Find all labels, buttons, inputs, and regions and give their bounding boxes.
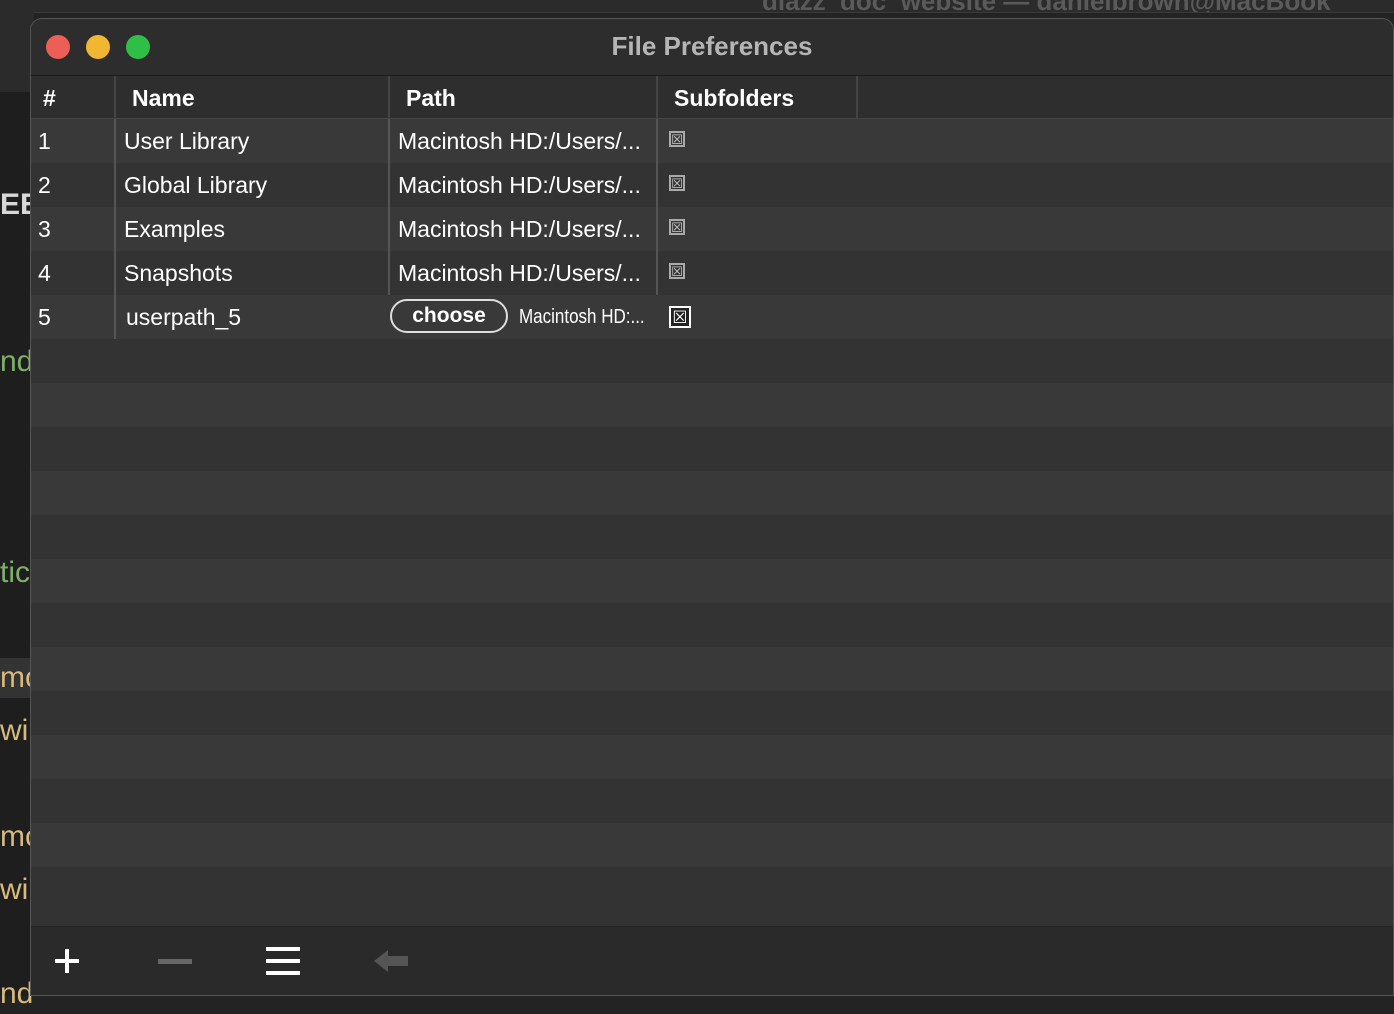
- row-name[interactable]: Snapshots: [116, 251, 390, 295]
- bottom-toolbar: [31, 926, 1393, 995]
- background-editor-titlebar: diazz_doc_website — danielbrown@MacBook: [0, 0, 1394, 13]
- row-number: 4: [31, 251, 116, 295]
- subfolders-checkbox[interactable]: ☒: [669, 219, 685, 235]
- background-text-fragment: tic: [0, 556, 30, 589]
- subfolders-checkbox[interactable]: ☒: [669, 131, 685, 147]
- empty-row: [31, 691, 1393, 735]
- table-header: # Name Path Subfolders: [31, 76, 1393, 120]
- empty-row: [31, 471, 1393, 515]
- empty-row: [31, 603, 1393, 647]
- window-titlebar[interactable]: File Preferences: [31, 19, 1393, 76]
- empty-row: [31, 383, 1393, 427]
- back-button[interactable]: [369, 939, 413, 983]
- row-path[interactable]: Macintosh HD:/Users/...: [390, 207, 658, 251]
- table-row[interactable]: 1 User Library Macintosh HD:/Users/... ☒: [31, 119, 1393, 163]
- column-header-path[interactable]: Path: [390, 76, 658, 118]
- background-text-fragment: mc: [0, 658, 34, 698]
- empty-row: [31, 647, 1393, 691]
- row-number: 5: [31, 295, 116, 339]
- row-name[interactable]: Global Library: [116, 163, 390, 207]
- row-number: 1: [31, 119, 116, 163]
- row-path[interactable]: Macintosh HD:/Users/...: [390, 163, 658, 207]
- add-path-button[interactable]: [45, 939, 89, 983]
- column-header-subfolders[interactable]: Subfolders: [658, 76, 858, 118]
- table-row[interactable]: 2 Global Library Macintosh HD:/Users/...…: [31, 163, 1393, 207]
- row-path[interactable]: Macintosh HD:/Users/...: [390, 251, 658, 295]
- arrow-left-icon: [374, 950, 408, 972]
- background-text-fragment: win: [0, 873, 34, 906]
- row-name[interactable]: Examples: [116, 207, 390, 251]
- table-row-editing[interactable]: 5 userpath_5 choose Macintosh HD:... ☒: [31, 295, 1393, 339]
- minus-icon: [158, 959, 192, 964]
- empty-row: [31, 867, 1393, 911]
- column-header-name[interactable]: Name: [116, 76, 390, 118]
- table-row[interactable]: 3 Examples Macintosh HD:/Users/... ☒: [31, 207, 1393, 251]
- background-text-fragment: nd: [0, 977, 34, 1010]
- remove-path-button[interactable]: [153, 939, 197, 983]
- subfolders-checkbox[interactable]: ☒: [669, 263, 685, 279]
- empty-row: [31, 823, 1393, 867]
- empty-row: [31, 339, 1393, 383]
- row-path[interactable]: Macintosh HD:/Users/...: [390, 119, 658, 163]
- empty-row: [31, 735, 1393, 779]
- background-text-fragment: mc: [0, 820, 34, 853]
- row-number: 2: [31, 163, 116, 207]
- list-icon: [266, 947, 300, 975]
- menu-button[interactable]: [261, 939, 305, 983]
- row-name[interactable]: User Library: [116, 119, 390, 163]
- background-editor-title: diazz_doc_website — danielbrown@MacBook: [762, 0, 1331, 12]
- background-text-fragment: EE: [0, 188, 34, 221]
- choose-path-button[interactable]: choose: [390, 299, 508, 333]
- row-name-input[interactable]: userpath_5: [116, 295, 390, 339]
- background-editor-band: [0, 12, 34, 92]
- path-table-body: 1 User Library Macintosh HD:/Users/... ☒…: [31, 119, 1393, 911]
- background-text-fragment: nd: [0, 345, 34, 378]
- column-header-number[interactable]: #: [31, 76, 116, 118]
- table-row[interactable]: 4 Snapshots Macintosh HD:/Users/... ☒: [31, 251, 1393, 295]
- row-path: Macintosh HD:...: [519, 306, 645, 328]
- empty-row: [31, 515, 1393, 559]
- file-preferences-window: File Preferences # Name Path Subfolders …: [30, 18, 1394, 996]
- empty-row: [31, 559, 1393, 603]
- background-text-fragment: wir: [0, 714, 34, 747]
- subfolders-checkbox[interactable]: ☒: [669, 306, 691, 328]
- subfolders-checkbox[interactable]: ☒: [669, 175, 685, 191]
- window-title: File Preferences: [611, 31, 813, 61]
- empty-row: [31, 779, 1393, 823]
- empty-row: [31, 427, 1393, 471]
- plus-icon: [55, 949, 79, 973]
- row-number: 3: [31, 207, 116, 251]
